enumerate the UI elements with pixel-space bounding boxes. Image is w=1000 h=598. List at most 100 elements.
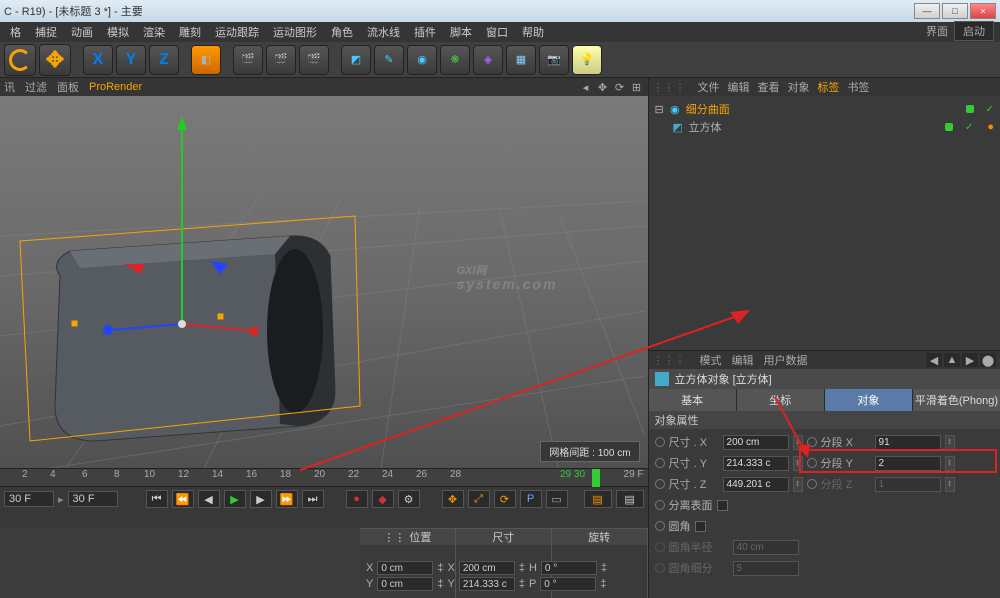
- attrtab-userdata[interactable]: 用户数据: [764, 352, 808, 368]
- autokey-button[interactable]: ◆: [372, 490, 394, 508]
- prev-frame-button[interactable]: ◀: [198, 490, 220, 508]
- subdiv-tool-icon[interactable]: ◉: [407, 45, 437, 75]
- key-options-button[interactable]: ⚙: [398, 490, 420, 508]
- attrtab-edit[interactable]: 编辑: [732, 352, 754, 368]
- attr-tab-object[interactable]: 对象: [825, 389, 912, 411]
- next-frame-button[interactable]: ▶: [250, 490, 272, 508]
- radio-icon[interactable]: [655, 479, 665, 489]
- menu-mograph[interactable]: 运动图形: [267, 22, 323, 42]
- grip-icon[interactable]: ⋮⋮⋮: [653, 81, 686, 94]
- menu-anim[interactable]: 动画: [65, 22, 99, 42]
- seg-y-field[interactable]: 2: [875, 456, 941, 471]
- size-z-field[interactable]: 449.201 c: [723, 477, 789, 492]
- size-y-field[interactable]: 214.333 c: [459, 577, 515, 591]
- move-tool[interactable]: ✥: [39, 44, 71, 76]
- menu-pipeline[interactable]: 流水线: [361, 22, 406, 42]
- layer-dot-icon[interactable]: [945, 123, 953, 131]
- menu-script[interactable]: 脚本: [444, 22, 478, 42]
- separate-checkbox[interactable]: [717, 500, 728, 511]
- viewport-tab-panel[interactable]: 面板: [57, 79, 79, 95]
- menu-plugin[interactable]: 插件: [408, 22, 442, 42]
- fillet-checkbox[interactable]: [695, 521, 706, 532]
- goto-start-button[interactable]: ⏮: [146, 490, 168, 508]
- tree-item-label[interactable]: 细分曲面: [686, 101, 730, 117]
- launch-button[interactable]: 启动: [954, 21, 994, 41]
- size-y-field[interactable]: 214.333 c: [723, 456, 789, 471]
- timeline-playhead[interactable]: [592, 469, 600, 487]
- floor-tool-icon[interactable]: ▦: [506, 45, 536, 75]
- frame-start-field[interactable]: 30 F: [4, 491, 54, 507]
- objtab-edit[interactable]: 编辑: [728, 79, 750, 95]
- rot-p-field[interactable]: 0 °: [540, 577, 596, 591]
- maximize-button[interactable]: □: [942, 3, 968, 19]
- seg-x-field[interactable]: 91: [875, 435, 941, 450]
- vp-nav3-icon[interactable]: ⟳: [613, 80, 627, 94]
- attr-tab-basic[interactable]: 基本: [649, 389, 736, 411]
- vp-nav4-icon[interactable]: ⊞: [630, 80, 644, 94]
- menu-capture[interactable]: 格: [4, 22, 27, 42]
- objtab-bookmarks[interactable]: 书签: [848, 79, 870, 95]
- expand-icon[interactable]: ⊟: [655, 103, 664, 116]
- layer-dot-icon[interactable]: [966, 105, 974, 113]
- axis-z-button[interactable]: Z: [149, 45, 179, 75]
- viewport-tab-prorender[interactable]: ProRender: [89, 81, 142, 93]
- enable-check-icon[interactable]: ✓: [986, 104, 994, 115]
- prev-key-button[interactable]: ⏪: [172, 490, 194, 508]
- deformer-tool-icon[interactable]: ◈: [473, 45, 503, 75]
- radio-icon[interactable]: [655, 458, 665, 468]
- pen-tool-icon[interactable]: ✎: [374, 45, 404, 75]
- close-button[interactable]: ×: [970, 3, 996, 19]
- clapper2-icon[interactable]: 🎬: [266, 45, 296, 75]
- vp-nav1-icon[interactable]: ◂: [579, 80, 593, 94]
- axis-x-button[interactable]: X: [83, 45, 113, 75]
- menu-window[interactable]: 窗口: [480, 22, 514, 42]
- frame-end-field[interactable]: 30 F: [68, 491, 118, 507]
- radio-icon[interactable]: [655, 500, 665, 510]
- spinner-icon[interactable]: ‡: [945, 435, 955, 450]
- play-button[interactable]: ▶: [224, 490, 246, 508]
- objtab-view[interactable]: 查看: [758, 79, 780, 95]
- particle-tool-icon[interactable]: ❋: [440, 45, 470, 75]
- attr-tab-coord[interactable]: 坐标: [737, 389, 824, 411]
- cube-tool-icon[interactable]: ◩: [341, 45, 371, 75]
- enable-check-icon[interactable]: ✓: [965, 122, 973, 133]
- viewport-tab-info[interactable]: 讯: [4, 79, 15, 95]
- clapper3-icon[interactable]: 🎬: [299, 45, 329, 75]
- pos-x-field[interactable]: 0 cm: [377, 561, 433, 575]
- tree-row-subdiv[interactable]: ⊟ ◉ 细分曲面 ✓: [653, 100, 996, 118]
- grip-icon[interactable]: ⋮⋮⋮: [653, 354, 686, 367]
- nav-up-icon[interactable]: ▶: [962, 353, 978, 367]
- objtab-file[interactable]: 文件: [698, 79, 720, 95]
- menu-sculpt[interactable]: 雕刻: [173, 22, 207, 42]
- key-scale-button[interactable]: ⤢: [468, 490, 490, 508]
- viewport-3d[interactable]: GXI网 system.com 网格间距 : 100 cm: [0, 96, 648, 468]
- nav-fwd-icon[interactable]: ▲: [944, 353, 960, 367]
- viewport-tab-filter[interactable]: 过滤: [25, 79, 47, 95]
- menu-help[interactable]: 帮助: [516, 22, 550, 42]
- record-button[interactable]: ●: [346, 490, 368, 508]
- menu-char[interactable]: 角色: [325, 22, 359, 42]
- pos-y-field[interactable]: 0 cm: [377, 577, 433, 591]
- menu-sim[interactable]: 模拟: [101, 22, 135, 42]
- camera-tool-icon[interactable]: 📷: [539, 45, 569, 75]
- minimize-button[interactable]: —: [914, 3, 940, 19]
- axis-y-button[interactable]: Y: [116, 45, 146, 75]
- key-rot-button[interactable]: ⟳: [494, 490, 516, 508]
- spinner-icon[interactable]: ‡: [793, 477, 803, 492]
- timeline-fcurve-button[interactable]: ▤: [616, 490, 644, 508]
- spinner-icon[interactable]: ‡: [793, 456, 803, 471]
- spinner-icon[interactable]: ‡: [793, 435, 803, 450]
- radio-icon[interactable]: [655, 521, 665, 531]
- goto-end-button[interactable]: ⏭: [302, 490, 324, 508]
- objtab-tags[interactable]: 标签: [818, 79, 840, 95]
- objtab-object[interactable]: 对象: [788, 79, 810, 95]
- object-tree[interactable]: ⊟ ◉ 细分曲面 ✓ ◩ 立方体 ✓ ●: [649, 96, 1000, 350]
- menu-snap[interactable]: 捕捉: [29, 22, 63, 42]
- cube-primitive-button[interactable]: ◧: [191, 45, 221, 75]
- timeline-ruler[interactable]: 2 4 6 8 10 12 14 16 18 20 22 24 26 28 29…: [0, 469, 648, 487]
- light-tool-icon[interactable]: 💡: [572, 45, 602, 75]
- next-key-button[interactable]: ⏩: [276, 490, 298, 508]
- attrtab-mode[interactable]: 模式: [700, 352, 722, 368]
- vp-nav2-icon[interactable]: ✥: [596, 80, 610, 94]
- menu-motrack[interactable]: 运动跟踪: [209, 22, 265, 42]
